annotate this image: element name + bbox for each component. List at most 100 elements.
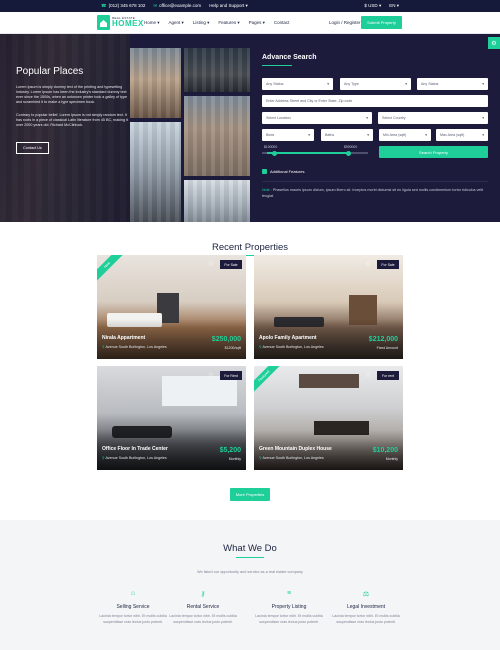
nav-pages[interactable]: Pages ▾ <box>249 20 265 26</box>
max-area-select[interactable]: Max Area (sqft) ▾ <box>436 129 488 141</box>
beds-select-value: Beds <box>266 133 275 137</box>
mail-icon: ✉ <box>153 3 158 8</box>
submit-property-button[interactable]: Submit Property <box>361 16 402 29</box>
title-underline <box>236 557 264 558</box>
property-address: ⚲ Avenue South Burlington, Los Angeles <box>102 345 167 349</box>
language-text: EN <box>389 3 396 8</box>
star-icon[interactable]: ☆ <box>208 260 214 268</box>
property-price: $5,200 <box>219 447 241 454</box>
hero-title: Popular Places <box>16 66 84 77</box>
logo-wordmark: HOMEX <box>112 19 144 28</box>
property-card[interactable]: New ☆ For Sale Nirala Appartment ⚲ Avenu… <box>97 255 246 359</box>
hero-paragraph: Lorem Ipsum is simply dummy text of the … <box>16 85 128 104</box>
status-select-2[interactable]: Any Status ▾ <box>417 78 488 90</box>
help-support-menu[interactable]: Help and Support ▾ <box>209 3 248 9</box>
property-name[interactable]: Nirala Appartment <box>102 335 145 341</box>
place-image[interactable] <box>130 48 181 118</box>
chevron-down-icon: ▾ <box>327 82 329 86</box>
star-icon[interactable]: ☆ <box>365 260 371 268</box>
recent-properties-title: Recent Properties <box>211 242 289 253</box>
property-address: ⚲ Avenue South Burlington, Los Angeles <box>102 456 167 460</box>
ceiling-detail <box>299 374 359 388</box>
address-text: Avenue South Burlington, Los Angeles <box>105 345 167 349</box>
service-title[interactable]: Selling Service <box>93 604 173 610</box>
places-collage <box>130 48 250 222</box>
what-we-do-title: What We Do <box>223 543 277 554</box>
language-select[interactable]: EN ▾ <box>389 3 399 9</box>
address-text: Avenue South Burlington, Los Angeles <box>105 456 167 460</box>
nav-menu: Home ▾ Agent ▾ Listing ▾ Features ▾ Page… <box>144 20 289 26</box>
chevron-down-icon: ▾ <box>482 116 484 120</box>
site-logo[interactable]: REAL ESTATE HOMEX <box>97 15 144 30</box>
property-card[interactable]: Featured ☆ For rent Green Mountain Duple… <box>254 366 403 470</box>
note-text: Phasellus mauris ipsum dictum, ipsum lib… <box>262 188 484 198</box>
chevron-down-icon: ▾ <box>378 3 382 8</box>
property-card[interactable]: ☆ For Sale Apolo Family Apartment ⚲ Aven… <box>254 255 403 359</box>
country-select-value: Select Country <box>382 116 406 120</box>
settings-icon[interactable]: ⚙ <box>488 37 500 49</box>
nav-features-label: Features <box>218 20 237 25</box>
service-rental: ⚷ Rental Service Lacinia tempor tortor n… <box>163 590 243 625</box>
type-select[interactable]: Any Type ▾ <box>340 78 411 90</box>
property-address: ⚲ Avenue South Burlington, Los Angeles <box>259 345 324 349</box>
place-image[interactable] <box>130 122 181 222</box>
status-tag: For rent <box>377 371 399 380</box>
hero-section: Popular Places Lorem Ipsum is simply dum… <box>0 34 500 222</box>
location-select[interactable]: Select Location ▾ <box>262 112 372 124</box>
nav-contact[interactable]: Contact <box>274 20 290 26</box>
service-description: Lacinia tempor tortor nibh. Et mollis cu… <box>255 614 323 624</box>
login-register-link[interactable]: Login / Register <box>329 20 361 25</box>
additional-features-label[interactable]: Additional Features <box>270 169 304 174</box>
chevron-down-icon: ▾ <box>405 82 407 86</box>
scale-icon: ⚖ <box>362 591 370 598</box>
baths-select[interactable]: Baths ▾ <box>321 129 373 141</box>
search-title: Advance Search <box>262 54 317 61</box>
country-select[interactable]: Select Country ▾ <box>378 112 488 124</box>
nav-contact-label: Contact <box>273 20 290 25</box>
nav-features[interactable]: Features ▾ <box>218 20 239 26</box>
email-info[interactable]: ✉ office@example.com <box>153 3 201 9</box>
more-properties-button[interactable]: More Properties <box>230 488 270 501</box>
min-area-select-value: Min Area (sqft) <box>383 133 407 137</box>
price-min-handle[interactable] <box>272 150 277 156</box>
place-image[interactable] <box>184 48 250 92</box>
star-icon[interactable]: ☆ <box>365 371 371 379</box>
price-max-handle[interactable] <box>346 150 351 156</box>
chevron-down-icon: ▾ <box>366 116 368 120</box>
property-card[interactable]: ☆ For Rent Office Floor In Trade Center … <box>97 366 246 470</box>
status-select[interactable]: Any Status ▾ <box>262 78 333 90</box>
nav-pages-label: Pages <box>248 20 262 25</box>
beds-select[interactable]: Beds ▾ <box>262 129 314 141</box>
min-area-select[interactable]: Min Area (sqft) ▾ <box>379 129 431 141</box>
nav-listing[interactable]: Listing ▾ <box>193 20 210 26</box>
chevron-down-icon: ▾ <box>396 3 399 8</box>
nav-agent[interactable]: Agent ▾ <box>169 20 184 26</box>
property-name[interactable]: Apolo Family Apartment <box>259 335 317 341</box>
star-icon[interactable]: ☆ <box>208 371 214 379</box>
property-price: $250,000 <box>211 336 241 343</box>
currency-select[interactable]: $ USD ▾ <box>364 3 381 9</box>
service-title[interactable]: Rental Service <box>163 604 243 610</box>
contact-us-button[interactable]: Contact Us <box>16 142 49 154</box>
status-tag: For Sale <box>220 260 242 269</box>
address-search-input[interactable]: Enter Address Street and City or Enter S… <box>262 95 488 107</box>
top-bar: ☎ (012) 345 678 102 ✉ office@example.com H… <box>0 0 500 12</box>
place-image[interactable] <box>184 96 250 176</box>
price-min-label: $100000 <box>264 145 278 149</box>
list-icon: ≡ <box>286 590 292 597</box>
phone-info[interactable]: ☎ (012) 345 678 102 <box>101 3 145 9</box>
service-title[interactable]: Property Listing <box>249 604 329 610</box>
property-name[interactable]: Office Floor In Trade Center <box>102 446 168 452</box>
service-title[interactable]: Legal Investment <box>326 604 406 610</box>
search-property-button[interactable]: Search Property <box>379 146 488 158</box>
chevron-down-icon: ▾ <box>245 3 248 8</box>
status-select-2-value: Any Status <box>421 82 439 86</box>
property-name[interactable]: Green Mountain Duplex House <box>259 446 332 452</box>
service-description: Lacinia tempor tortor nibh. Et mollis cu… <box>99 614 167 624</box>
additional-features-checkbox[interactable] <box>262 169 267 174</box>
chevron-down-icon: ▾ <box>482 133 484 137</box>
property-price: $212,000 <box>368 336 398 343</box>
nav-home[interactable]: Home ▾ <box>144 20 160 26</box>
baths-select-value: Baths <box>325 133 335 137</box>
place-image[interactable] <box>184 180 250 222</box>
